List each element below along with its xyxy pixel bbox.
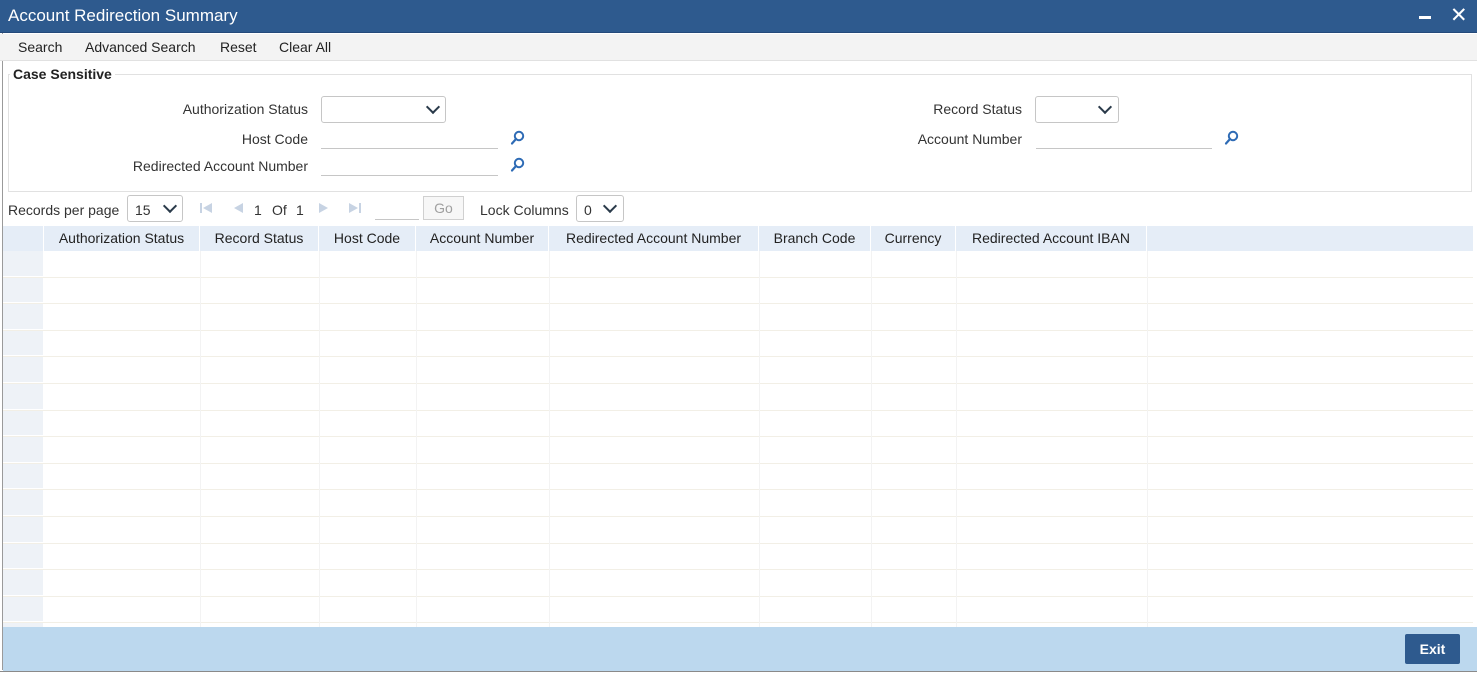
- column-divider: [319, 251, 320, 650]
- table-row[interactable]: [3, 463, 1473, 491]
- records-per-page-value: 15: [135, 202, 151, 218]
- grid-header: Authorization Status Record Status Host …: [3, 226, 1473, 251]
- column-divider: [956, 251, 957, 650]
- chevron-down-icon: [162, 198, 178, 214]
- toolbar: Search Advanced Search Reset Clear All: [0, 34, 1477, 61]
- select-all-column[interactable]: [3, 226, 44, 251]
- authorization-status-select[interactable]: [321, 96, 446, 123]
- clear-all-button[interactable]: Clear All: [279, 39, 331, 55]
- column-header-host-code[interactable]: Host Code: [319, 226, 416, 251]
- reset-button[interactable]: Reset: [220, 39, 257, 55]
- current-page: 1: [254, 202, 262, 218]
- first-page-icon[interactable]: [199, 201, 213, 215]
- column-divider: [1147, 251, 1148, 650]
- host-code-label: Host Code: [241, 131, 308, 147]
- table-row[interactable]: [3, 277, 1473, 305]
- row-selector[interactable]: [3, 251, 43, 277]
- table-row[interactable]: [3, 330, 1473, 358]
- chevron-down-icon: [1097, 99, 1113, 115]
- row-selector[interactable]: [3, 410, 43, 437]
- table-row[interactable]: [3, 437, 1473, 464]
- record-status-select[interactable]: [1035, 96, 1119, 123]
- redirected-account-number-input[interactable]: [321, 153, 498, 176]
- column-divider: [416, 251, 417, 650]
- records-per-page-select[interactable]: 15: [127, 195, 183, 222]
- account-number-input[interactable]: [1036, 126, 1212, 149]
- table-row[interactable]: [3, 357, 1473, 384]
- row-selector[interactable]: [3, 517, 43, 543]
- last-page-icon[interactable]: [348, 201, 362, 215]
- go-button[interactable]: Go: [423, 196, 464, 220]
- pager: Records per page 15 1 Of 1 Go Lock Colum…: [0, 194, 1477, 224]
- table-row[interactable]: [3, 543, 1473, 571]
- table-row[interactable]: [3, 517, 1473, 544]
- chevron-down-icon: [602, 198, 618, 214]
- row-selector[interactable]: [3, 463, 43, 490]
- search-button[interactable]: Search: [18, 39, 62, 55]
- table-row[interactable]: [3, 596, 1473, 624]
- table-row[interactable]: [3, 251, 1473, 278]
- row-selector[interactable]: [3, 277, 43, 304]
- record-status-label: Record Status: [933, 101, 1022, 117]
- column-header-record-status[interactable]: Record Status: [200, 226, 319, 251]
- row-selector[interactable]: [3, 357, 43, 383]
- records-per-page-label: Records per page: [8, 202, 120, 218]
- search-icon[interactable]: [510, 130, 526, 146]
- column-divider: [200, 251, 201, 650]
- of-label: Of: [272, 202, 287, 218]
- row-selector[interactable]: [3, 570, 43, 596]
- search-icon[interactable]: [510, 157, 526, 173]
- previous-page-icon[interactable]: [231, 201, 245, 215]
- column-divider: [871, 251, 872, 650]
- row-selector[interactable]: [3, 543, 43, 570]
- exit-button[interactable]: Exit: [1405, 634, 1460, 664]
- column-divider: [759, 251, 760, 650]
- chevron-down-icon: [425, 99, 441, 115]
- table-row[interactable]: [3, 570, 1473, 597]
- minimize-icon[interactable]: [1419, 16, 1431, 19]
- row-selector[interactable]: [3, 330, 43, 357]
- case-sensitive-legend: Case Sensitive: [13, 66, 112, 82]
- lock-columns-value: 0: [584, 202, 592, 218]
- column-header-branch-code[interactable]: Branch Code: [759, 226, 871, 251]
- lock-columns-select[interactable]: 0: [576, 195, 624, 222]
- authorization-status-label: Authorization Status: [182, 101, 308, 117]
- title-bar: Account Redirection Summary ✕: [0, 0, 1477, 33]
- lock-columns-label: Lock Columns: [480, 202, 569, 218]
- host-code-input[interactable]: [321, 126, 498, 149]
- row-selector[interactable]: [3, 437, 43, 463]
- column-header-account-number[interactable]: Account Number: [416, 226, 549, 251]
- row-selector[interactable]: [3, 304, 43, 330]
- column-divider: [549, 251, 550, 650]
- account-number-label: Account Number: [917, 131, 1022, 147]
- next-page-icon[interactable]: [317, 201, 331, 215]
- column-header-redirected-account-iban[interactable]: Redirected Account IBAN: [956, 226, 1147, 251]
- table-row[interactable]: [3, 384, 1473, 411]
- window-title: Account Redirection Summary: [8, 6, 238, 25]
- table-row[interactable]: [3, 490, 1473, 517]
- total-pages: 1: [296, 202, 304, 218]
- search-icon[interactable]: [1224, 130, 1240, 146]
- close-icon[interactable]: ✕: [1450, 5, 1468, 26]
- column-header-currency[interactable]: Currency: [871, 226, 956, 251]
- row-selector[interactable]: [3, 490, 43, 516]
- window-bottom-border: [0, 671, 1477, 672]
- row-selector[interactable]: [3, 384, 43, 410]
- column-header-redirected-account-number[interactable]: Redirected Account Number: [549, 226, 759, 251]
- redirected-account-number-label: Redirected Account Number: [132, 158, 308, 174]
- table-row[interactable]: [3, 410, 1473, 438]
- advanced-search-button[interactable]: Advanced Search: [85, 39, 196, 55]
- table-row[interactable]: [3, 304, 1473, 331]
- page-number-input[interactable]: [375, 197, 419, 220]
- column-header-authorization-status[interactable]: Authorization Status: [44, 226, 200, 251]
- row-selector[interactable]: [3, 596, 43, 623]
- footer-bar: Exit: [3, 627, 1477, 671]
